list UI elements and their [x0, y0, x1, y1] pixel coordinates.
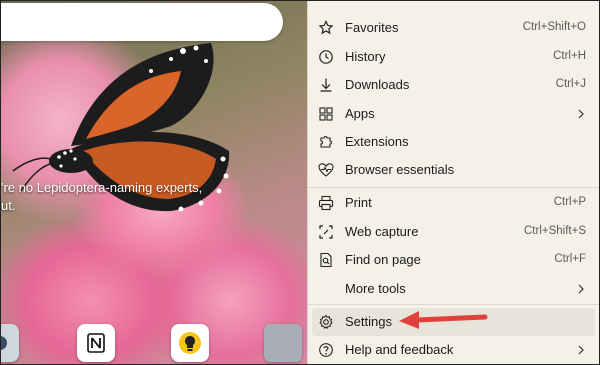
menu-divider [308, 304, 599, 305]
notion-app-icon[interactable] [77, 324, 115, 362]
menu-item-shortcut: Ctrl+P [553, 196, 586, 208]
menu-item-label: More tools [345, 281, 406, 296]
menu-item-shortcut: Ctrl+Shift+O [522, 21, 586, 33]
menu-item-label: Settings [345, 314, 392, 329]
menu-item-label: Help and feedback [345, 342, 454, 357]
menu-item-apps[interactable]: Apps [308, 100, 599, 128]
menu-item-shortcut: Ctrl+J [555, 78, 586, 90]
download-icon [320, 78, 332, 92]
menu-item-label: Find on page [345, 252, 421, 267]
menu-item-label: Downloads [345, 77, 410, 92]
menu-item-label: Favorites [345, 20, 399, 35]
dock-app-icon-4[interactable] [264, 324, 302, 362]
menu-item-browser-essentials[interactable]: Browser essentials [308, 156, 599, 184]
menu-item-label: Browser essentials [345, 162, 455, 177]
menu-item-more-tools[interactable]: More tools [308, 275, 599, 303]
notion-logo-icon [87, 333, 105, 353]
lightbulb-icon [179, 332, 201, 354]
image-caption: 're no Lepidoptera-naming experts, ut. [1, 179, 202, 215]
dock-app-icon-1[interactable] [1, 324, 19, 362]
menu-item-find-on-page[interactable]: Find on page Ctrl+F [308, 246, 599, 274]
menu-item-shortcut: Ctrl+F [554, 253, 586, 265]
puzzle-icon [320, 135, 333, 148]
chevron-right-icon [578, 345, 584, 355]
help-icon [319, 343, 333, 357]
menu-item-history[interactable]: History Ctrl+H [308, 43, 599, 71]
screenshot-frame: 're no Lepidoptera-naming experts, ut. F… [0, 0, 600, 365]
gear-icon [319, 314, 333, 330]
new-tab-background-image: 're no Lepidoptera-naming experts, ut. [1, 1, 309, 364]
menu-item-label: Print [345, 195, 372, 210]
menu-item-label: History [345, 49, 386, 64]
menu-divider [308, 187, 599, 188]
menu-item-favorites[interactable]: Favorites Ctrl+Shift+O [308, 14, 599, 42]
menu-item-shortcut: Ctrl+Shift+S [524, 225, 586, 237]
menu-item-downloads[interactable]: Downloads Ctrl+J [308, 71, 599, 99]
history-clock-icon [319, 50, 333, 64]
find-page-icon [320, 252, 332, 268]
app-logo-icon [1, 336, 7, 350]
web-capture-icon [319, 225, 333, 239]
red-annotation-arrow [399, 311, 488, 329]
menu-item-shortcut: Ctrl+H [553, 50, 586, 62]
menu-item-help-and-feedback[interactable]: Help and feedback [308, 336, 599, 364]
menu-item-label: Extensions [345, 134, 409, 149]
menu-item-label: Apps [345, 106, 375, 121]
caption-text: 're no Lepidoptera-naming experts, ut. [1, 180, 203, 213]
menu-item-extensions[interactable]: Extensions [308, 128, 599, 156]
menu-item-web-capture[interactable]: Web capture Ctrl+Shift+S [308, 218, 599, 246]
favorites-star-icon [318, 20, 334, 35]
menu-item-label: Web capture [345, 224, 419, 239]
printer-icon [318, 195, 334, 211]
menu-item-print[interactable]: Print Ctrl+P [308, 189, 599, 217]
apps-grid-icon [319, 107, 333, 121]
chevron-right-icon [578, 109, 584, 119]
chevron-right-icon [578, 284, 584, 294]
heart-pulse-icon [318, 163, 334, 177]
idea-app-icon[interactable] [171, 324, 209, 362]
